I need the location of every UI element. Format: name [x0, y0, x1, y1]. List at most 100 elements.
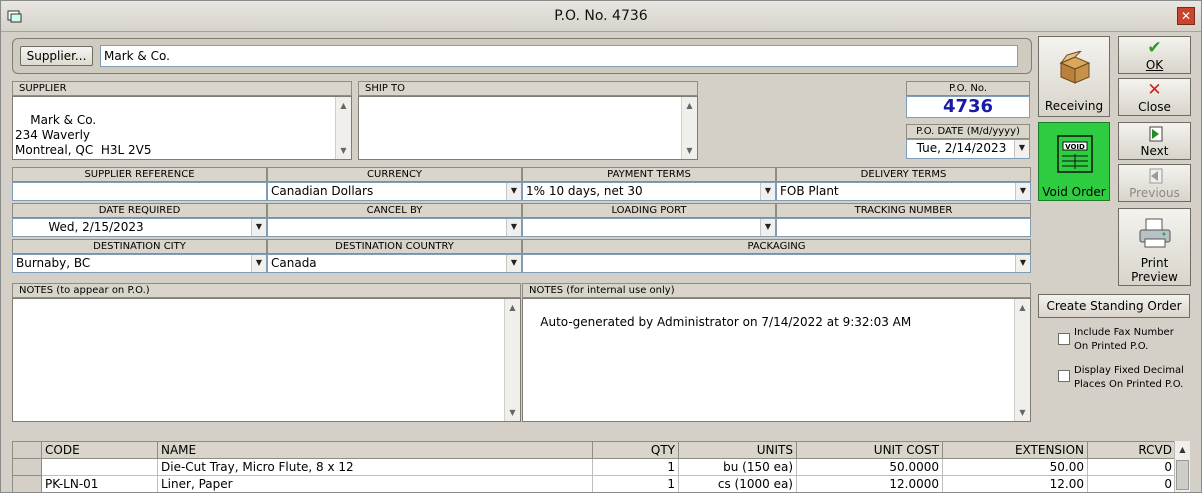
column-header-qty[interactable]: QTY [592, 441, 679, 459]
scroll-down-icon[interactable]: ▼ [1016, 406, 1029, 419]
cell-qty[interactable]: 1 [592, 458, 679, 476]
scroll-up-icon[interactable]: ▲ [683, 99, 696, 112]
chevron-down-icon[interactable]: ▼ [1015, 183, 1030, 200]
next-button[interactable]: Next [1118, 122, 1191, 160]
chevron-down-icon[interactable]: ▼ [760, 183, 775, 200]
destination-city-select[interactable]: Burnaby, BC ▼ [12, 254, 267, 273]
title-bar: P.O. No. 4736 ✕ [1, 1, 1201, 32]
chevron-down-icon[interactable]: ▼ [506, 219, 521, 236]
receiving-button[interactable]: Receiving [1038, 36, 1110, 117]
chevron-down-icon[interactable]: ▼ [251, 255, 266, 272]
scroll-down-icon[interactable]: ▼ [683, 144, 696, 157]
scroll-up-icon[interactable]: ▲ [1176, 443, 1189, 456]
chevron-down-icon[interactable]: ▼ [506, 255, 521, 272]
ship-to-scrollbar[interactable]: ▲ ▼ [681, 97, 697, 159]
scrollbar-thumb[interactable] [1176, 460, 1189, 490]
po-date-label: P.O. DATE (M/d/yyyy) [906, 124, 1030, 139]
ship-to-label: SHIP TO [358, 81, 698, 96]
cell-units[interactable]: cs (1000 ea) [678, 475, 797, 492]
po-date-field[interactable]: Tue, 2/14/2023 ▼ [906, 139, 1030, 159]
include-fax-label-1: Include Fax Number [1074, 327, 1174, 338]
cell-name[interactable]: Die-Cut Tray, Micro Flute, 8 x 12 [157, 458, 593, 476]
public-notes-field[interactable]: ▲ ▼ [12, 298, 521, 422]
scroll-down-icon[interactable]: ▼ [337, 144, 350, 157]
tracking-number-label: TRACKING NUMBER [776, 203, 1031, 218]
void-document-icon [1057, 135, 1093, 173]
cell-name[interactable]: Liner, Paper [157, 475, 593, 492]
chevron-down-icon[interactable]: ▼ [760, 219, 775, 236]
cell-unit-cost[interactable]: 12.0000 [796, 475, 943, 492]
cell-extension[interactable]: 12.00 [942, 475, 1088, 492]
cell-extension[interactable]: 50.00 [942, 458, 1088, 476]
internal-notes-scrollbar[interactable]: ▲ ▼ [1014, 299, 1030, 421]
column-header-extension[interactable]: EXTENSION [942, 441, 1088, 459]
scroll-up-icon[interactable]: ▲ [506, 301, 519, 314]
print-preview-button[interactable]: Print Preview [1118, 208, 1191, 286]
po-number-value: 4736 [906, 96, 1030, 118]
chevron-down-icon[interactable]: ▼ [1014, 140, 1029, 158]
items-table-scrollbar[interactable]: ▲ [1174, 441, 1190, 492]
currency-select[interactable]: Canadian Dollars ▼ [267, 182, 522, 201]
supplier-reference-field[interactable] [12, 182, 267, 201]
internal-notes-label: NOTES (for internal use only) [522, 283, 1031, 298]
date-required-value: Wed, 2/15/2023 [48, 220, 144, 234]
table-row[interactable]: PK-LN-01 Liner, Paper 1 cs (1000 ea) 12.… [12, 475, 1176, 492]
chevron-down-icon[interactable]: ▼ [251, 219, 266, 236]
supplier-address-scrollbar[interactable]: ▲ ▼ [335, 97, 351, 159]
cell-units[interactable]: bu (150 ea) [678, 458, 797, 476]
column-header-name[interactable]: NAME [157, 441, 593, 459]
ok-label: OK [1145, 58, 1164, 72]
po-number-label: P.O. No. [906, 81, 1030, 96]
column-header-rcvd[interactable]: RCVD [1087, 441, 1176, 459]
void-order-label: Void Order [1042, 185, 1106, 199]
include-fax-checkbox[interactable] [1058, 333, 1070, 345]
close-button[interactable]: ✕ Close [1118, 78, 1191, 116]
column-header-unit-cost[interactable]: UNIT COST [796, 441, 943, 459]
column-header-code[interactable]: CODE [41, 441, 158, 459]
loading-port-select[interactable]: ▼ [522, 218, 776, 237]
previous-button[interactable]: Previous [1118, 164, 1191, 202]
preview-label: Preview [1131, 270, 1178, 284]
cell-rcvd[interactable]: 0 [1087, 475, 1176, 492]
row-selector[interactable] [12, 458, 42, 476]
fixed-decimal-checkbox[interactable] [1058, 370, 1070, 382]
delivery-terms-label: DELIVERY TERMS [776, 167, 1031, 182]
supplier-reference-label: SUPPLIER REFERENCE [12, 167, 267, 182]
payment-terms-select[interactable]: 1% 10 days, net 30 ▼ [522, 182, 776, 201]
scroll-up-icon[interactable]: ▲ [337, 99, 350, 112]
packaging-select[interactable]: ▼ [522, 254, 1031, 273]
cell-code[interactable] [41, 458, 158, 476]
cell-rcvd[interactable]: 0 [1087, 458, 1176, 476]
destination-country-select[interactable]: Canada ▼ [267, 254, 522, 273]
public-notes-scrollbar[interactable]: ▲ ▼ [504, 299, 520, 421]
next-arrow-icon [1149, 126, 1163, 142]
cancel-by-field[interactable]: ▼ [267, 218, 522, 237]
row-selector[interactable] [12, 475, 42, 492]
items-table: CODE NAME QTY UNITS UNIT COST EXTENSION … [12, 441, 1176, 492]
table-row[interactable]: Die-Cut Tray, Micro Flute, 8 x 12 1 bu (… [12, 458, 1176, 476]
window-close-button[interactable]: ✕ [1177, 7, 1195, 25]
ok-button[interactable]: ✔ OK [1118, 36, 1191, 74]
supplier-button[interactable]: Supplier... [20, 46, 93, 66]
cell-unit-cost[interactable]: 50.0000 [796, 458, 943, 476]
chevron-down-icon[interactable]: ▼ [1015, 255, 1030, 272]
internal-notes-text: Auto-generated by Administrator on 7/14/… [540, 315, 912, 329]
scroll-down-icon[interactable]: ▼ [506, 406, 519, 419]
create-standing-order-button[interactable]: Create Standing Order [1038, 294, 1190, 318]
payment-terms-label: PAYMENT TERMS [522, 167, 776, 182]
supplier-name-field[interactable]: Mark & Co. [100, 45, 1018, 67]
void-order-button[interactable]: VOID Void Order [1038, 122, 1110, 201]
cell-qty[interactable]: 1 [592, 475, 679, 492]
scroll-up-icon[interactable]: ▲ [1016, 301, 1029, 314]
date-required-field[interactable]: Wed, 2/15/2023 ▼ [12, 218, 267, 237]
chevron-down-icon[interactable]: ▼ [506, 183, 521, 200]
ship-to-field[interactable]: ▲ ▼ [358, 96, 698, 160]
cell-code[interactable]: PK-LN-01 [41, 475, 158, 492]
delivery-terms-select[interactable]: FOB Plant ▼ [776, 182, 1031, 201]
supplier-address[interactable]: Mark & Co. 234 Waverly Montreal, QC H3L … [12, 96, 352, 160]
close-label: Close [1138, 100, 1171, 114]
currency-value: Canadian Dollars [271, 184, 374, 198]
column-header-units[interactable]: UNITS [678, 441, 797, 459]
tracking-number-field[interactable] [776, 218, 1031, 237]
internal-notes-field[interactable]: Auto-generated by Administrator on 7/14/… [522, 298, 1031, 422]
